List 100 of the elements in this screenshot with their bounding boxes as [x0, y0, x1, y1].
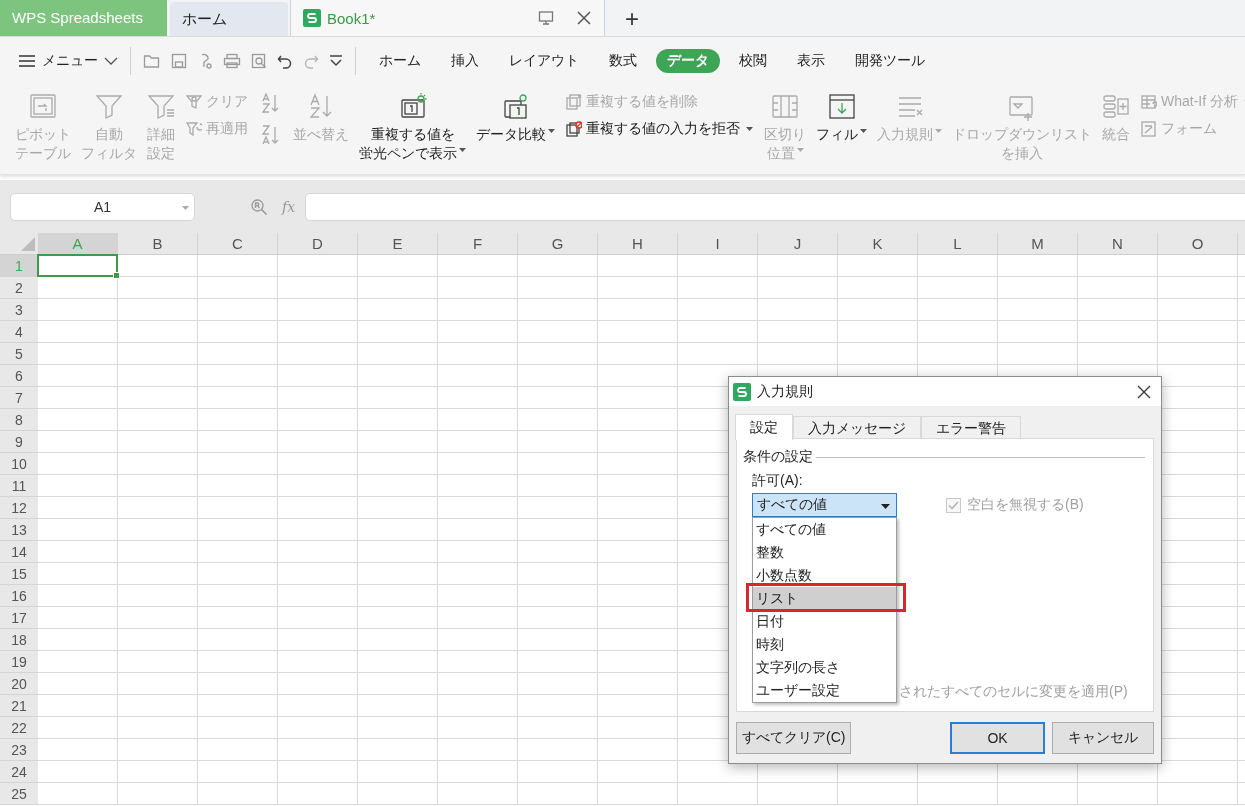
folder-icon — [143, 53, 161, 69]
group-label: 条件の設定 — [743, 448, 813, 466]
ribbon-tab[interactable]: 校閲 — [728, 49, 778, 73]
ribbon-tab[interactable]: ホーム — [368, 49, 432, 73]
column-header[interactable]: E — [358, 233, 438, 254]
column-header[interactable]: M — [998, 233, 1078, 254]
column-header[interactable]: O — [1158, 233, 1238, 254]
redo-icon — [303, 53, 319, 69]
dialog-button[interactable]: すべてクリア(C) — [736, 722, 852, 754]
row-header[interactable]: 18 — [0, 629, 38, 651]
close-icon — [1137, 384, 1151, 399]
row-header[interactable]: 25 — [0, 783, 38, 805]
column-header[interactable]: C — [198, 233, 278, 254]
column-header[interactable]: F — [438, 233, 518, 254]
row-header[interactable]: 2 — [0, 277, 38, 299]
checkbox-label: 空白を無視する(B) — [967, 496, 1084, 514]
ribbon-tab[interactable]: 数式 — [598, 49, 648, 73]
column-header[interactable]: N — [1078, 233, 1158, 254]
column-header[interactable]: I — [678, 233, 758, 254]
dropdown-option[interactable]: 文字列の長さ — [753, 656, 896, 679]
highlight-duplicates-icon — [398, 93, 427, 121]
dropdown-option[interactable]: 日付 — [753, 610, 896, 633]
row-header[interactable]: 16 — [0, 585, 38, 607]
row-header[interactable]: 17 — [0, 607, 38, 629]
monitor-icon — [538, 10, 554, 26]
spreadsheet-logo-icon — [303, 9, 321, 27]
dialog-tab[interactable]: エラー警告 — [921, 416, 1021, 440]
caret-icon — [548, 129, 555, 133]
row-header[interactable]: 23 — [0, 739, 38, 761]
selected-cell[interactable] — [37, 254, 118, 277]
ribbon-button[interactable]: データ比較 — [472, 93, 559, 144]
dialog-tab[interactable]: 入力メッセージ — [793, 416, 921, 440]
home-tab[interactable]: ホーム — [170, 2, 288, 36]
close-icon — [576, 10, 592, 26]
column-header[interactable]: H — [598, 233, 678, 254]
dropdown-option[interactable]: すべての値 — [753, 518, 896, 541]
caret-icon — [881, 504, 890, 509]
row-header[interactable]: 8 — [0, 409, 38, 431]
column-header[interactable]: K — [838, 233, 918, 254]
row-header[interactable]: 15 — [0, 563, 38, 585]
row-header[interactable]: 9 — [0, 431, 38, 453]
row-header[interactable]: 12 — [0, 497, 38, 519]
row-header[interactable]: 21 — [0, 695, 38, 717]
funnel-refresh-icon — [186, 121, 202, 137]
column-header[interactable]: G — [518, 233, 598, 254]
row-header[interactable]: 22 — [0, 717, 38, 739]
caret-icon — [182, 205, 189, 210]
ribbon-tab[interactable]: 挿入 — [440, 49, 490, 73]
column-header[interactable]: D — [278, 233, 358, 254]
funnel-clear-icon — [186, 94, 202, 110]
dialog-tab[interactable]: 設定 — [735, 414, 793, 440]
printer-icon — [223, 53, 241, 69]
dropdown-option[interactable]: 整数 — [753, 541, 896, 564]
ribbon-tab[interactable]: 開発ツール — [844, 49, 936, 73]
row-header[interactable]: 3 — [0, 299, 38, 321]
document-tab[interactable]: Book1* — [290, 0, 605, 36]
row-header[interactable]: 11 — [0, 475, 38, 497]
formula-input-field[interactable] — [305, 192, 1245, 221]
name-box[interactable]: A1 — [10, 192, 195, 221]
dropdown-option[interactable]: リスト — [753, 587, 896, 610]
print-preview-icon — [251, 53, 267, 69]
sort-descending-icon — [262, 125, 280, 145]
allow-select[interactable]: すべての値 — [752, 493, 897, 517]
column-header[interactable]: L — [918, 233, 998, 254]
form-icon — [1141, 121, 1157, 137]
column-header[interactable]: B — [118, 233, 198, 254]
row-header[interactable]: 5 — [0, 343, 38, 365]
ribbon-button[interactable]: フィル — [812, 93, 871, 144]
ribbon-tab[interactable]: 表示 — [786, 49, 836, 73]
row-header[interactable]: 20 — [0, 673, 38, 695]
row-header[interactable]: 24 — [0, 761, 38, 783]
document-tab-title: Book1* — [327, 9, 376, 27]
pivot-table-icon — [29, 93, 57, 121]
dialog-button[interactable]: キャンセル — [1052, 722, 1154, 754]
dropdown-option[interactable]: 時刻 — [753, 633, 896, 656]
dialog-button[interactable]: OK — [950, 722, 1045, 754]
dropdown-option[interactable]: 小数点数 — [753, 564, 896, 587]
split-columns-icon — [771, 93, 799, 121]
column-header[interactable]: J — [758, 233, 838, 254]
spreadsheet-logo-icon — [733, 382, 751, 401]
dialog-title: 入力規則 — [757, 382, 813, 401]
row-header[interactable]: 6 — [0, 365, 38, 387]
save-icon — [171, 53, 187, 69]
ribbon-tab[interactable]: レイアウト — [498, 49, 590, 73]
row-header[interactable]: 14 — [0, 541, 38, 563]
dropdown-option[interactable]: ユーザー設定 — [753, 679, 896, 702]
chevron-down-icon — [104, 57, 118, 65]
row-header[interactable]: 7 — [0, 387, 38, 409]
new-tab-button[interactable]: + — [619, 2, 645, 36]
row-header[interactable]: 10 — [0, 453, 38, 475]
ribbon-button[interactable]: 重複する値の入力を拒否 — [566, 120, 753, 138]
zoom-icon — [250, 197, 268, 216]
remove-duplicates-icon — [566, 94, 582, 110]
ribbon-button[interactable]: 重複する値を 蛍光ペンで表示 — [355, 93, 470, 163]
menu-button[interactable]: メニュー — [14, 52, 122, 70]
row-header[interactable]: 4 — [0, 321, 38, 343]
row-header[interactable]: 13 — [0, 519, 38, 541]
row-header[interactable]: 19 — [0, 651, 38, 673]
funnel-icon — [95, 93, 123, 121]
select-all-icon — [21, 237, 35, 251]
